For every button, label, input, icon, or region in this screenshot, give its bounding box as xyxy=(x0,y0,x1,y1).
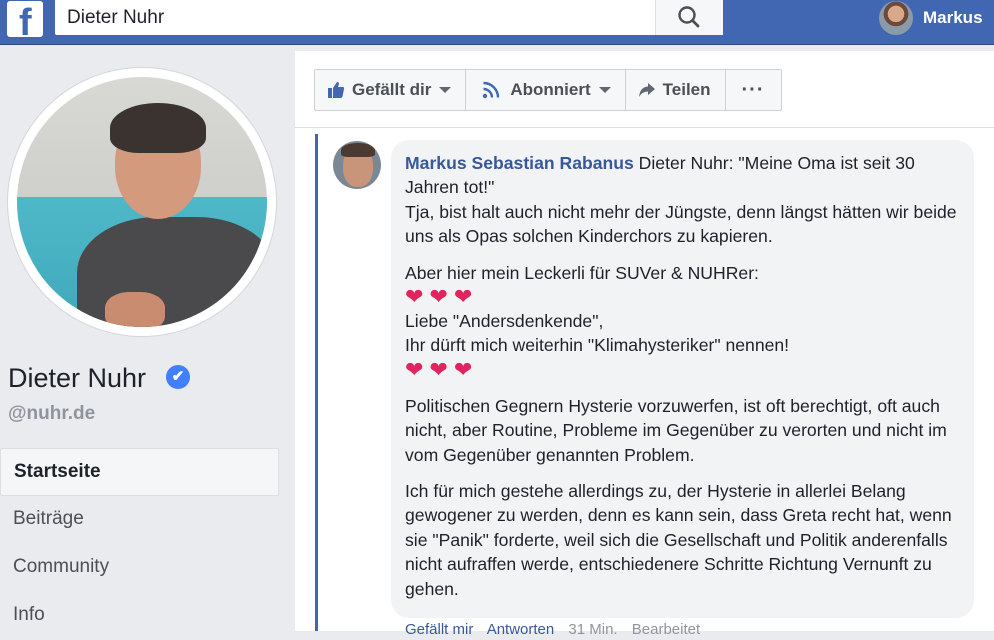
page-sidebar: Dieter Nuhr ✔ @nuhr.de Startseite Beiträ… xyxy=(0,51,295,631)
comment-para-2c: Ihr dürft mich weiterhin "Klimahysterike… xyxy=(405,335,790,356)
divider xyxy=(295,127,994,128)
comment-para-2b: Liebe "Andersdenkende", xyxy=(405,311,604,332)
comment-author-link[interactable]: Markus Sebastian Rabanus xyxy=(405,153,634,173)
page-navigation: Startseite Beiträge Community Info xyxy=(0,448,279,640)
comment-para-4: Ich für mich gestehe allerdings zu, der … xyxy=(405,481,952,599)
heart-emoji-icon: ❤❤❤ xyxy=(405,356,479,382)
search-button[interactable] xyxy=(655,0,723,35)
like-page-label: Gefällt dir xyxy=(352,80,432,99)
top-navigation-bar: f Markus xyxy=(0,0,994,45)
page-action-bar: Gefällt dir Abonniert Teilen ··· xyxy=(314,69,782,111)
profile-picture-hair xyxy=(110,103,206,153)
facebook-logo[interactable]: f xyxy=(7,1,43,37)
nav-item-info[interactable]: Info xyxy=(0,592,279,640)
nav-item-community[interactable]: Community xyxy=(0,544,279,592)
comment-thread-indicator xyxy=(315,134,318,631)
search-input[interactable] xyxy=(65,5,649,31)
facebook-logo-letter: f xyxy=(19,2,32,37)
main-content: Gefällt dir Abonniert Teilen ··· Markus … xyxy=(295,51,994,638)
comment-para-3: Politischen Gegnern Hysterie vorzuwerfen… xyxy=(405,395,947,465)
commenter-avatar[interactable] xyxy=(333,141,381,189)
comment-edited-label[interactable]: Bearbeitet xyxy=(632,621,700,638)
nav-item-startseite[interactable]: Startseite xyxy=(0,448,279,496)
user-name[interactable]: Markus xyxy=(923,8,983,28)
comment-like-link[interactable]: Gefällt mir xyxy=(405,621,473,638)
page-handle[interactable]: @nuhr.de xyxy=(8,403,95,425)
heart-emoji-icon: ❤❤❤ xyxy=(405,284,479,310)
like-page-button[interactable]: Gefällt dir xyxy=(315,70,467,110)
comment-timestamp[interactable]: 31 Min. xyxy=(568,621,617,638)
nav-item-beitraege[interactable]: Beiträge xyxy=(0,496,279,544)
profile-picture[interactable] xyxy=(17,77,267,327)
share-arrow-icon xyxy=(638,83,655,97)
rss-icon xyxy=(483,81,500,99)
search-icon xyxy=(678,6,700,28)
chevron-down-icon xyxy=(598,87,611,93)
comment-para-2a: Aber hier mein Leckerli für SUVer & NUHR… xyxy=(405,262,759,283)
follow-button[interactable]: Abonniert xyxy=(466,70,626,110)
comment-text: Markus Sebastian Rabanus Dieter Nuhr: "M… xyxy=(405,151,965,601)
verified-badge-icon: ✔ xyxy=(166,365,190,389)
profile-picture-arm xyxy=(105,292,165,327)
commenter-avatar-hair xyxy=(341,143,375,157)
thumbs-up-icon xyxy=(328,82,345,98)
chevron-down-icon xyxy=(439,87,452,93)
share-label: Teilen xyxy=(662,80,711,99)
comment-actions: Gefällt mir Antworten 31 Min. Bearbeitet xyxy=(405,621,710,638)
follow-label: Abonniert xyxy=(510,80,591,99)
comment-line-2: Tja, bist halt auch nicht mehr der Jüngs… xyxy=(405,201,957,247)
user-avatar[interactable] xyxy=(879,1,913,35)
more-options-icon: ··· xyxy=(741,79,765,101)
comment-reply-link[interactable]: Antworten xyxy=(487,621,555,638)
more-options-button[interactable]: ··· xyxy=(726,70,781,110)
search-box xyxy=(55,0,723,35)
page-title[interactable]: Dieter Nuhr xyxy=(8,363,146,394)
share-button[interactable]: Teilen xyxy=(626,70,726,110)
